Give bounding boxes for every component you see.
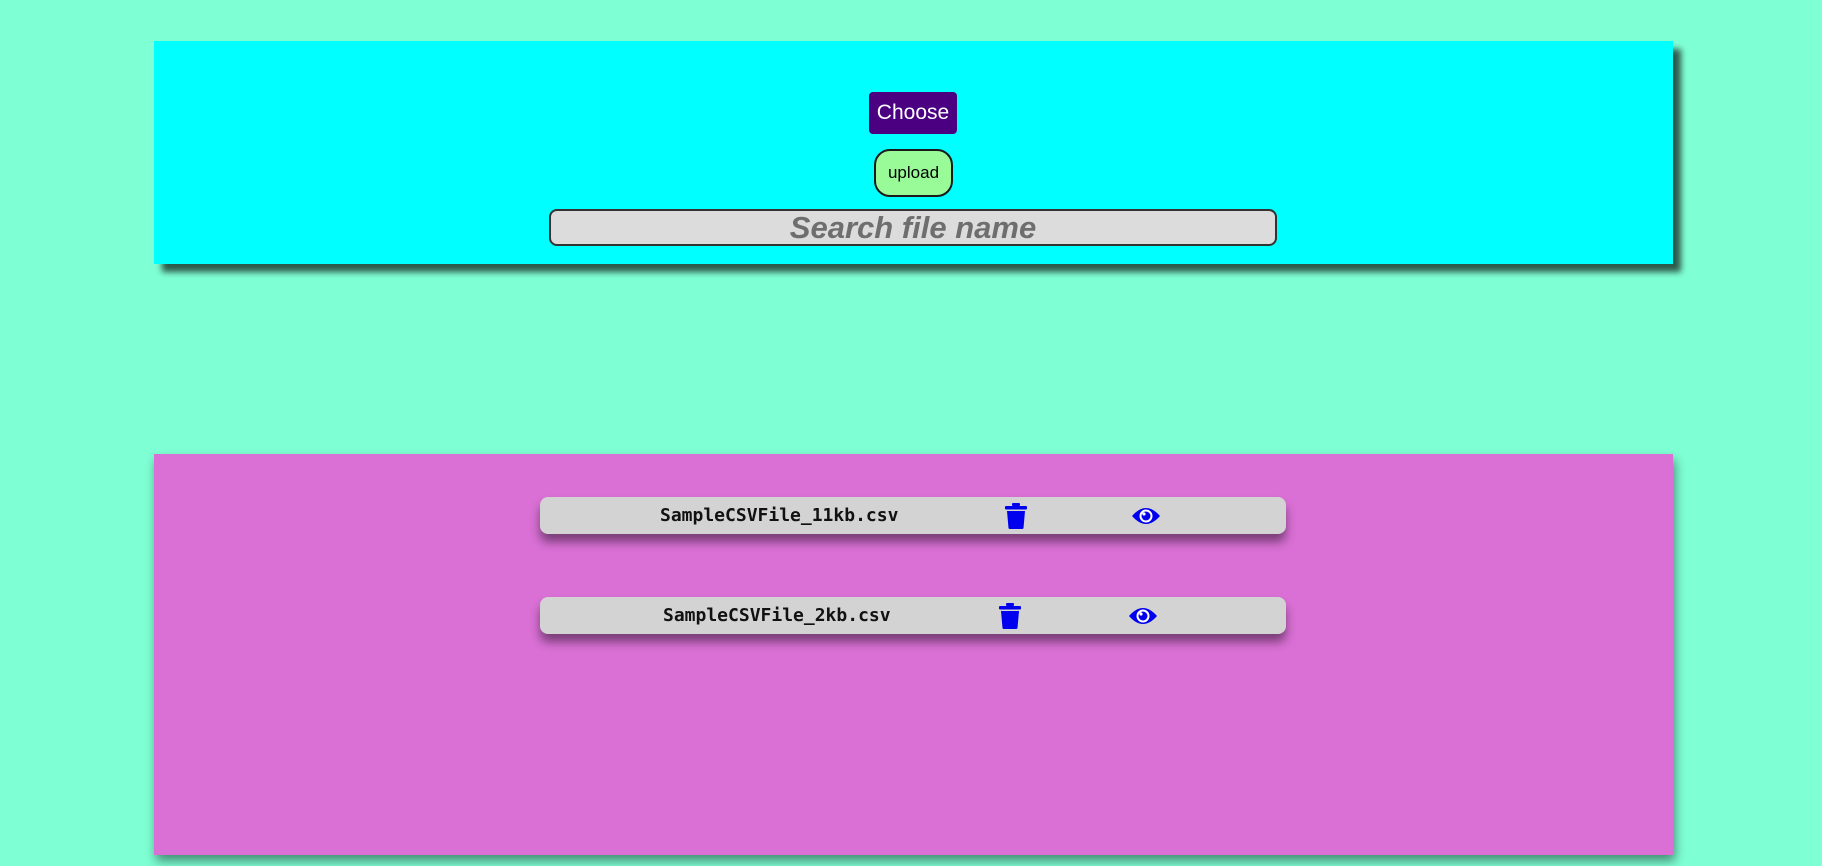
search-input[interactable]	[549, 209, 1277, 246]
trash-icon[interactable]	[1001, 501, 1031, 531]
eye-icon[interactable]	[1131, 501, 1161, 531]
eye-icon[interactable]	[1128, 601, 1158, 631]
upload-button[interactable]: upload	[874, 149, 953, 197]
trash-icon[interactable]	[995, 601, 1025, 631]
file-name: SampleCSVFile_2kb.csv	[663, 605, 891, 626]
file-list-panel: SampleCSVFile_11kb.csv SampleCSVFile_2kb…	[154, 454, 1673, 855]
file-row: SampleCSVFile_11kb.csv	[540, 497, 1286, 534]
upload-panel: Choose upload	[154, 41, 1673, 264]
file-name: SampleCSVFile_11kb.csv	[660, 505, 899, 526]
choose-file-button[interactable]: Choose	[869, 92, 957, 134]
file-row: SampleCSVFile_2kb.csv	[540, 597, 1286, 634]
